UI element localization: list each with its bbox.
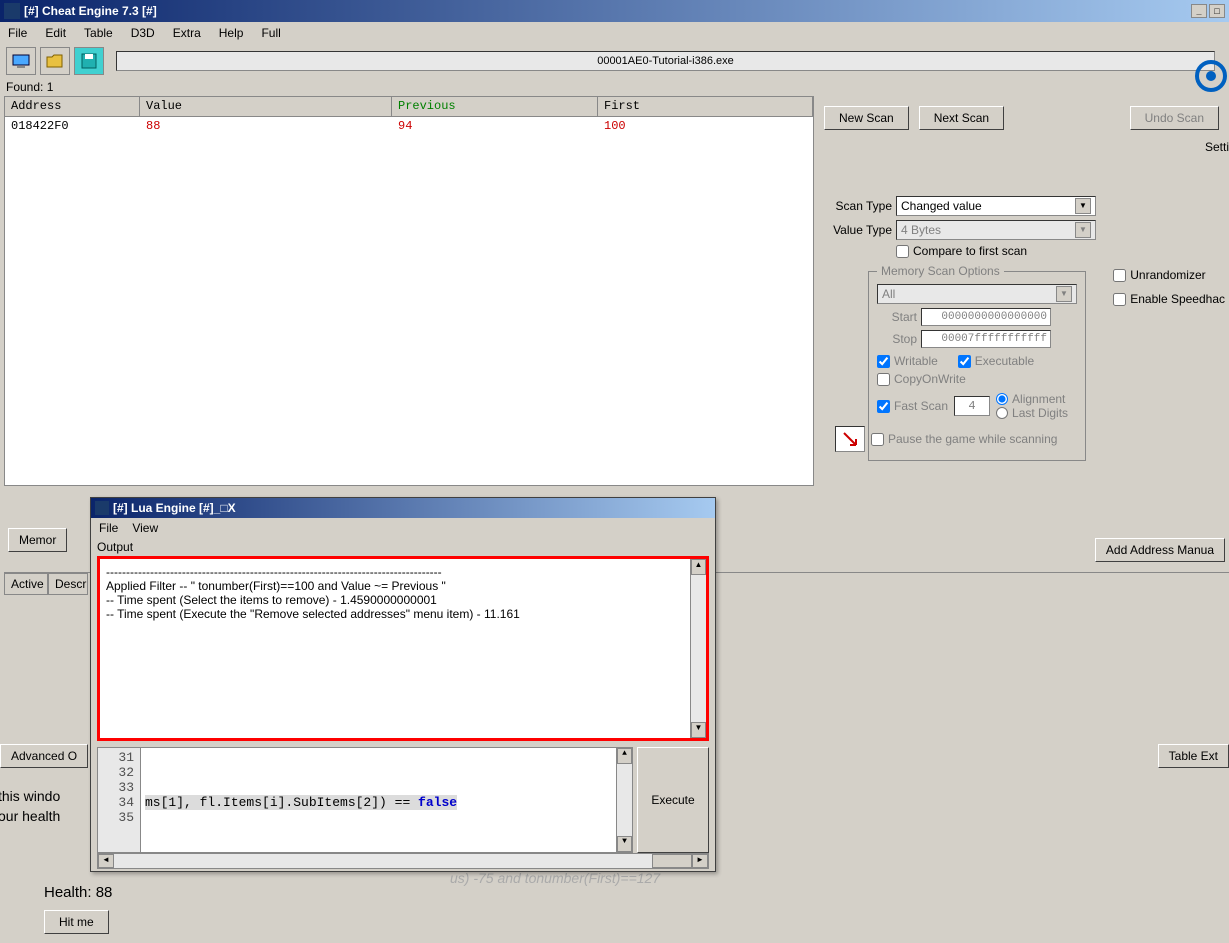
menu-help[interactable]: Help [219, 26, 244, 40]
scroll-left-icon[interactable]: ◄ [98, 854, 114, 868]
lua-output-label: Output [91, 538, 715, 556]
ghost-text: us) -75 and tonumber(First)==127 [450, 870, 660, 886]
memory-options-legend: Memory Scan Options [877, 264, 1004, 278]
main-titlebar: [#] Cheat Engine 7.3 [#] _ □ [0, 0, 1229, 22]
pause-checkbox[interactable] [871, 433, 884, 446]
results-header: Address Value Previous First [5, 97, 813, 117]
lua-close-button[interactable]: X [228, 501, 236, 515]
scan-type-select[interactable]: Changed value▼ [896, 196, 1096, 216]
lua-code-area: 31 32 33 34 35 ms[1], fl.Items[i].SubIte… [97, 747, 709, 853]
red-arrow-button[interactable] [835, 426, 865, 452]
memory-scan-options: Memory Scan Options All▼ Start Stop Writ… [868, 264, 1086, 461]
add-address-manual-button[interactable]: Add Address Manua [1095, 538, 1225, 562]
advanced-options-button[interactable]: Advanced O [0, 744, 88, 768]
scroll-up-icon[interactable]: ▲ [691, 559, 706, 575]
toolbar: 00001AE0-Tutorial-i386.exe [0, 44, 1229, 78]
column-active[interactable]: Active [4, 573, 48, 595]
copyonwrite-checkbox[interactable] [877, 373, 890, 386]
save-button[interactable] [74, 47, 104, 75]
dropdown-arrow-icon: ▼ [1075, 222, 1091, 238]
lua-execute-button[interactable]: Execute [637, 747, 709, 853]
found-count: Found: 1 [0, 78, 1229, 96]
maximize-button[interactable]: □ [1209, 4, 1225, 18]
header-previous[interactable]: Previous [392, 97, 598, 116]
cell-value: 88 [140, 117, 392, 135]
lua-minimize-button[interactable]: _ [214, 501, 221, 515]
undo-scan-button[interactable]: Undo Scan [1130, 106, 1219, 130]
fastscan-checkbox[interactable] [877, 400, 890, 413]
menu-extra[interactable]: Extra [173, 26, 201, 40]
tutorial-text: this windo our health [0, 786, 60, 826]
header-value[interactable]: Value [140, 97, 392, 116]
dropdown-arrow-icon: ▼ [1075, 198, 1091, 214]
menu-edit[interactable]: Edit [45, 26, 66, 40]
settings-gear-icon[interactable] [1193, 58, 1229, 94]
compare-first-checkbox[interactable] [896, 245, 909, 258]
executable-checkbox[interactable] [958, 355, 971, 368]
dropdown-arrow-icon: ▼ [1056, 286, 1072, 302]
lua-maximize-button[interactable]: □ [220, 501, 227, 515]
unrandomizer-checkbox[interactable] [1113, 269, 1126, 282]
scroll-down-icon[interactable]: ▼ [691, 722, 706, 738]
process-title: 00001AE0-Tutorial-i386.exe [597, 55, 734, 67]
scroll-right-icon[interactable]: ► [692, 854, 708, 868]
select-process-button[interactable] [6, 47, 36, 75]
scan-type-label: Scan Type [824, 199, 892, 213]
value-type-select[interactable]: 4 Bytes▼ [896, 220, 1096, 240]
lua-engine-window: [#] Lua Engine [#] _ □ X File View Outpu… [90, 497, 716, 872]
compare-first-label: Compare to first scan [913, 244, 1027, 258]
app-icon [4, 3, 20, 19]
lua-menu-view[interactable]: View [132, 521, 158, 535]
lua-editor[interactable]: ms[1], fl.Items[i].SubItems[2]) == false… [141, 747, 633, 853]
menu-file[interactable]: File [8, 26, 27, 40]
speedhack-checkbox[interactable] [1113, 293, 1126, 306]
column-description[interactable]: Descr [48, 573, 88, 595]
scroll-down-icon[interactable]: ▼ [617, 836, 632, 852]
lua-output-box: ----------------------------------------… [97, 556, 709, 741]
open-button[interactable] [40, 47, 70, 75]
health-label: Health: 88 [44, 884, 112, 901]
menu-table[interactable]: Table [84, 26, 113, 40]
menu-d3d[interactable]: D3D [131, 26, 155, 40]
writable-checkbox[interactable] [877, 355, 890, 368]
results-table: Address Value Previous First 018422F0 88… [4, 96, 814, 486]
start-label: Start [877, 310, 917, 324]
cell-address: 018422F0 [5, 117, 140, 135]
scroll-up-icon[interactable]: ▲ [617, 748, 632, 764]
hit-me-button[interactable]: Hit me [44, 910, 109, 934]
header-address[interactable]: Address [5, 97, 140, 116]
result-row[interactable]: 018422F0 88 94 100 [5, 117, 813, 135]
lastdigits-radio[interactable] [996, 407, 1008, 419]
cell-first: 100 [598, 117, 813, 135]
lua-editor-scrollbar[interactable]: ▲ ▼ [616, 748, 632, 852]
minimize-button[interactable]: _ [1191, 4, 1207, 18]
next-scan-button[interactable]: Next Scan [919, 106, 1004, 130]
menubar: File Edit Table D3D Extra Help Full [0, 22, 1229, 44]
start-input[interactable] [921, 308, 1051, 326]
lua-gutter: 31 32 33 34 35 [97, 747, 141, 853]
memory-range-select[interactable]: All▼ [877, 284, 1077, 304]
scroll-thumb[interactable] [652, 854, 692, 868]
side-checkboxes: Unrandomizer Enable Speedhac [1113, 266, 1225, 308]
lua-horizontal-scrollbar[interactable]: ◄ ► [97, 853, 709, 869]
stop-label: Stop [877, 332, 917, 346]
new-scan-button[interactable]: New Scan [824, 106, 909, 130]
value-type-label: Value Type [824, 223, 892, 237]
table-extras-button[interactable]: Table Ext [1158, 744, 1229, 768]
fastscan-value[interactable] [954, 396, 990, 416]
window-title: [#] Cheat Engine 7.3 [#] [24, 4, 157, 18]
lua-titlebar[interactable]: [#] Lua Engine [#] _ □ X [91, 498, 715, 518]
lua-app-icon [95, 501, 109, 515]
alignment-radio[interactable] [996, 393, 1008, 405]
process-bar: 00001AE0-Tutorial-i386.exe [116, 51, 1215, 71]
header-first[interactable]: First [598, 97, 813, 116]
cell-previous: 94 [392, 117, 598, 135]
memory-view-button[interactable]: Memor [8, 528, 67, 552]
lua-menu-file[interactable]: File [99, 521, 118, 535]
menu-full[interactable]: Full [261, 26, 280, 40]
stop-input[interactable] [921, 330, 1051, 348]
lua-output-scrollbar[interactable]: ▲ ▼ [690, 559, 706, 738]
